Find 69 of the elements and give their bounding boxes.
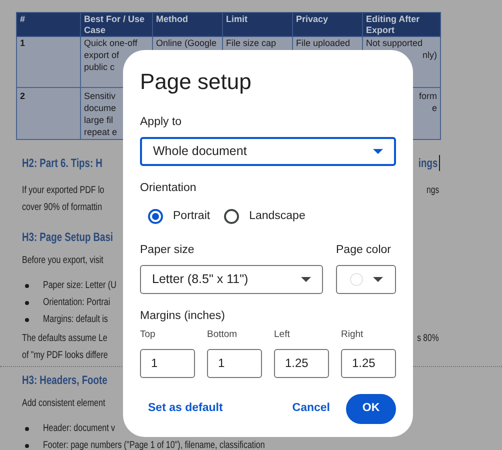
cell-text: e bbox=[432, 103, 437, 113]
cell-text: repeat e bbox=[84, 127, 118, 137]
cell-text: large fil bbox=[84, 115, 114, 125]
margin-field[interactable]: 1.25 bbox=[341, 348, 396, 378]
paragraph-text: Before you export, visit bbox=[22, 254, 104, 268]
column-header: Best For / Use Case bbox=[80, 12, 152, 36]
heading-text: H2: Part 6. Tips: H bbox=[22, 155, 102, 172]
paper-size-dropdown[interactable]: Letter (8.5" x 11") bbox=[140, 265, 323, 294]
cell-text: nly) bbox=[422, 50, 437, 60]
paragraph-text: of "my PDF looks differe bbox=[22, 349, 108, 363]
cell-text: form bbox=[419, 91, 437, 101]
list-item-text: Footer: page numbers ("Page 1 of 10"), filename, classification bbox=[43, 439, 265, 450]
column-header: Editing After Export bbox=[362, 12, 440, 36]
cell-text: Sensitiv bbox=[84, 91, 116, 101]
orientation-radio[interactable]: Portrait bbox=[148, 208, 210, 225]
column-header: # bbox=[16, 12, 80, 36]
cell-text: Quick one-off bbox=[84, 38, 138, 48]
section-label: Orientation bbox=[140, 181, 198, 196]
bullet-icon bbox=[25, 444, 29, 448]
margin-field[interactable]: 1.25 bbox=[274, 348, 329, 378]
column-header: Method bbox=[152, 12, 222, 36]
set-default-button[interactable]: Set as default bbox=[140, 394, 231, 424]
field-label: Bottom bbox=[207, 328, 238, 342]
paragraph-text: If your exported PDF lo bbox=[22, 184, 104, 198]
margin-field[interactable]: 1 bbox=[207, 348, 262, 378]
ok-button[interactable]: OK bbox=[346, 394, 396, 424]
heading-text: H3: Headers, Foote bbox=[22, 372, 108, 389]
cancel-button[interactable]: Cancel bbox=[284, 394, 338, 424]
list-item-text: Paper size: Letter (U bbox=[43, 279, 116, 293]
paragraph-text: Add consistent element bbox=[22, 397, 106, 411]
caret-icon bbox=[301, 277, 311, 282]
margin-field[interactable]: 1 bbox=[140, 348, 195, 378]
cell-text: File size cap bbox=[226, 38, 276, 48]
bullet-icon bbox=[25, 300, 29, 304]
column-header: Limit bbox=[222, 12, 292, 36]
cell-text: 1 bbox=[20, 38, 26, 48]
list-item-text: Margins: default is bbox=[43, 313, 108, 327]
field-label: Apply to bbox=[140, 115, 183, 130]
paragraph-text: cover 90% of formattin bbox=[22, 201, 102, 215]
field-label: Paper size bbox=[140, 242, 196, 258]
orientation-radio[interactable]: Landscape bbox=[224, 208, 306, 225]
cell-text: docume bbox=[84, 103, 116, 113]
field-label: Top bbox=[140, 328, 156, 342]
caret-icon bbox=[372, 277, 382, 282]
field-label: Page color bbox=[336, 242, 392, 258]
bullet-icon bbox=[25, 284, 29, 288]
cell-text: 2 bbox=[20, 91, 26, 101]
apply-to-dropdown[interactable]: Whole document bbox=[140, 137, 396, 166]
cell-text: Online (Google bbox=[156, 38, 217, 48]
cell-text: Not supported bbox=[366, 38, 423, 48]
cell-text: export of bbox=[84, 50, 120, 60]
paragraph-text: ngs bbox=[426, 184, 439, 198]
list-item-text: Orientation: Portrai bbox=[43, 296, 110, 310]
bullet-icon bbox=[25, 318, 29, 322]
field-label: Left bbox=[274, 328, 291, 342]
paragraph-text: s 80% bbox=[417, 332, 439, 346]
dialog-title: Page setup bbox=[140, 68, 252, 96]
heading-text: ings bbox=[418, 155, 438, 172]
page-color-dropdown[interactable] bbox=[336, 265, 396, 294]
cell-text: public c bbox=[84, 62, 115, 72]
column-header: Privacy bbox=[292, 12, 362, 36]
list-item-text: Header: document v bbox=[43, 422, 116, 436]
cell-text: File uploaded bbox=[296, 38, 350, 48]
section-label: Margins (inches) bbox=[140, 309, 226, 324]
caret-icon bbox=[373, 149, 383, 154]
heading-text: H3: Page Setup Basi bbox=[22, 229, 114, 246]
field-label: Right bbox=[341, 328, 364, 342]
paragraph-text: The defaults assume Le bbox=[22, 332, 108, 346]
bullet-icon bbox=[25, 426, 29, 430]
